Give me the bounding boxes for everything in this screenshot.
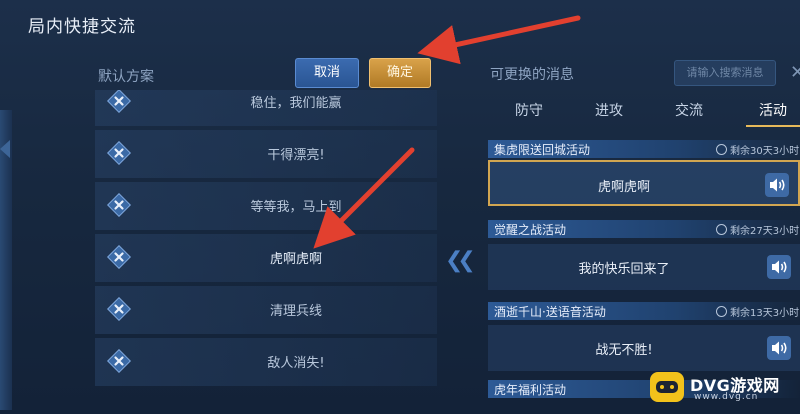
search-input[interactable]: 请输入搜索消息 — [674, 60, 776, 86]
section-title: 虎年福利活动 — [494, 383, 567, 397]
clock-icon — [716, 306, 727, 317]
list-item-label: 等等我，马上到 — [250, 200, 342, 215]
list-item[interactable]: 干得漂亮! — [95, 130, 437, 178]
tab-defense[interactable]: 防守 — [494, 98, 564, 124]
speaker-icon[interactable] — [764, 172, 790, 198]
cancel-button[interactable]: 取消 — [295, 58, 359, 88]
list-item[interactable]: 稳住，我们能赢 — [95, 90, 437, 126]
default-scheme-label: 默认方案 — [98, 69, 154, 85]
section-title: 酒逝千山·送语音活动 — [494, 305, 606, 319]
message-card[interactable]: 虎啊虎啊 — [488, 160, 800, 206]
window-title: 局内快捷交流 — [28, 17, 136, 37]
close-icon[interactable]: ✕ — [790, 62, 800, 83]
section-header: 酒逝千山·送语音活动 剩余13天3小时 — [488, 302, 800, 320]
section-title: 集虎限送回城活动 — [494, 143, 591, 157]
left-edge-handle[interactable] — [0, 110, 12, 410]
watermark-url: www.dvg.cn — [694, 392, 759, 402]
remove-icon[interactable] — [107, 297, 131, 321]
list-item-label: 虎啊虎啊 — [269, 252, 322, 267]
clock-icon — [716, 144, 727, 155]
confirm-button[interactable]: 确定 — [369, 58, 431, 88]
clock-icon — [716, 224, 727, 235]
list-item-label: 敌人消失! — [267, 356, 325, 371]
list-item[interactable]: 敌人消失! — [95, 338, 437, 386]
remove-icon[interactable] — [107, 245, 131, 269]
remove-icon[interactable] — [107, 349, 131, 373]
section-header: 觉醒之战活动 剩余27天3小时 — [488, 220, 800, 238]
list-item-label: 稳住，我们能赢 — [250, 96, 342, 111]
gamepad-logo-icon — [650, 372, 684, 402]
double-chevron-left-icon[interactable]: ❮❮ — [445, 248, 476, 273]
message-text: 我的快乐回来了 — [578, 262, 670, 277]
list-item[interactable]: 清理兵线 — [95, 286, 437, 334]
section-timer: 剩余27天3小时 — [716, 222, 799, 237]
time-remaining: 剩余27天3小时 — [730, 226, 800, 237]
section-title: 觉醒之战活动 — [494, 223, 567, 237]
time-remaining: 剩余13天3小时 — [730, 308, 800, 319]
section-timer: 剩余13天3小时 — [716, 304, 799, 319]
remove-icon[interactable] — [107, 141, 131, 165]
speaker-icon[interactable] — [766, 254, 792, 280]
time-remaining: 剩余30天3小时 — [730, 146, 800, 157]
message-category-tabs: 防守 进攻 交流 活动 — [488, 98, 800, 126]
edge-arrow-icon — [0, 140, 10, 158]
section-header: 集虎限送回城活动 剩余30天3小时 — [488, 140, 800, 158]
tab-communication[interactable]: 交流 — [654, 98, 724, 124]
list-item-label: 清理兵线 — [269, 304, 322, 319]
section-timer: 剩余30天3小时 — [716, 142, 799, 157]
remove-icon[interactable] — [107, 90, 131, 113]
speaker-icon[interactable] — [766, 335, 792, 361]
arrow-to-confirm — [417, 15, 581, 65]
remove-icon[interactable] — [107, 193, 131, 217]
list-item[interactable]: 等等我，马上到 — [95, 182, 437, 230]
tab-attack[interactable]: 进攻 — [574, 98, 644, 124]
list-item-label: 干得漂亮! — [267, 148, 325, 163]
list-item[interactable]: 虎啊虎啊 — [95, 234, 437, 282]
default-message-list: 稳住，我们能赢 干得漂亮! 等等我，马上到 虎啊虎啊 清理兵线 敌人消失! — [95, 90, 437, 414]
tab-events[interactable]: 活动 — [738, 98, 800, 124]
site-watermark: DVG游戏网 www.dvg.cn — [650, 364, 800, 414]
replaceable-messages-label: 可更换的消息 — [490, 67, 574, 83]
message-text: 虎啊虎啊 — [597, 180, 650, 195]
message-text: 战无不胜! — [595, 343, 653, 358]
message-card[interactable]: 我的快乐回来了 — [488, 244, 800, 290]
active-tab-indicator — [746, 125, 800, 127]
